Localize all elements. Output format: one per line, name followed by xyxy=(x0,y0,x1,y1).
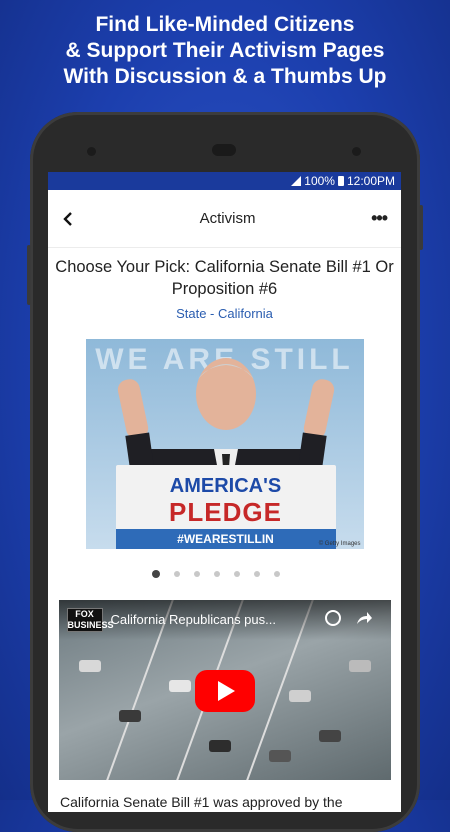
battery-icon xyxy=(337,176,344,186)
clock-time: 12:00PM xyxy=(346,174,395,188)
carousel-dot[interactable] xyxy=(253,571,260,577)
photo-credit: © Getty Images xyxy=(318,541,361,547)
back-button[interactable] xyxy=(62,208,84,230)
promo-headline: Find Like-Minded Citizens & Support Thei… xyxy=(0,12,450,90)
more-options-button[interactable]: ••• xyxy=(371,208,388,229)
car xyxy=(268,750,291,762)
location-link[interactable]: State - California xyxy=(48,306,401,321)
car xyxy=(348,660,371,672)
app-bar: Activism ••• xyxy=(48,190,401,248)
play-button[interactable] xyxy=(194,670,255,712)
front-camera xyxy=(352,147,361,156)
share-icon[interactable] xyxy=(355,610,373,626)
front-sensor xyxy=(87,147,96,156)
car xyxy=(318,730,341,742)
article-title: Choose Your Pick: California Senate Bill… xyxy=(55,258,394,298)
carousel-dot[interactable] xyxy=(173,571,180,577)
status-bar: 100% 12:00PM xyxy=(48,172,401,190)
phone-screen: 100% 12:00PM Activism ••• Choose Your Pi… xyxy=(48,172,401,812)
podium-sign: AMERICA'S PLEDGE #WEARESTILLIN xyxy=(115,465,336,549)
article-body-preview: California Senate Bill #1 was approved b… xyxy=(60,794,343,810)
carousel-dot[interactable] xyxy=(193,571,200,577)
car xyxy=(118,710,141,722)
car xyxy=(78,660,101,672)
play-icon xyxy=(217,681,235,701)
power-button xyxy=(419,205,423,250)
chevron-left-icon xyxy=(63,211,72,226)
video-player[interactable]: FOX BUSINESS California Republicans pus.… xyxy=(58,600,391,780)
podium-hashtag: #WEARESTILLIN xyxy=(115,529,336,549)
video-title[interactable]: California Republicans pus... xyxy=(111,612,276,627)
car xyxy=(168,680,191,692)
channel-logo[interactable]: FOX BUSINESS xyxy=(66,608,114,632)
article-photo[interactable]: WE ARE STILL AMERICA'S PLEDGE #WEARESTIL… xyxy=(85,339,364,549)
promo-line-2: & Support Their Activism Pages xyxy=(65,39,385,62)
car xyxy=(208,740,231,752)
car xyxy=(288,690,311,702)
signal-icon xyxy=(291,176,302,186)
carousel-dot[interactable] xyxy=(273,571,280,577)
podium-line-1: AMERICA'S xyxy=(169,475,282,497)
app-bar-title: Activism xyxy=(199,210,256,227)
earpiece-speaker xyxy=(212,144,236,156)
promo-line-3: With Discussion & a Thumbs Up xyxy=(63,65,387,88)
carousel-dot[interactable] xyxy=(233,571,240,577)
clock-icon[interactable] xyxy=(324,610,341,626)
carousel-dot[interactable] xyxy=(213,571,220,577)
promo-line-1: Find Like-Minded Citizens xyxy=(95,13,355,36)
battery-percent: 100% xyxy=(304,174,335,188)
podium-line-2: PLEDGE xyxy=(169,497,282,527)
carousel-dot[interactable] xyxy=(151,570,160,578)
volume-button xyxy=(27,245,31,305)
carousel-indicator xyxy=(48,570,401,578)
